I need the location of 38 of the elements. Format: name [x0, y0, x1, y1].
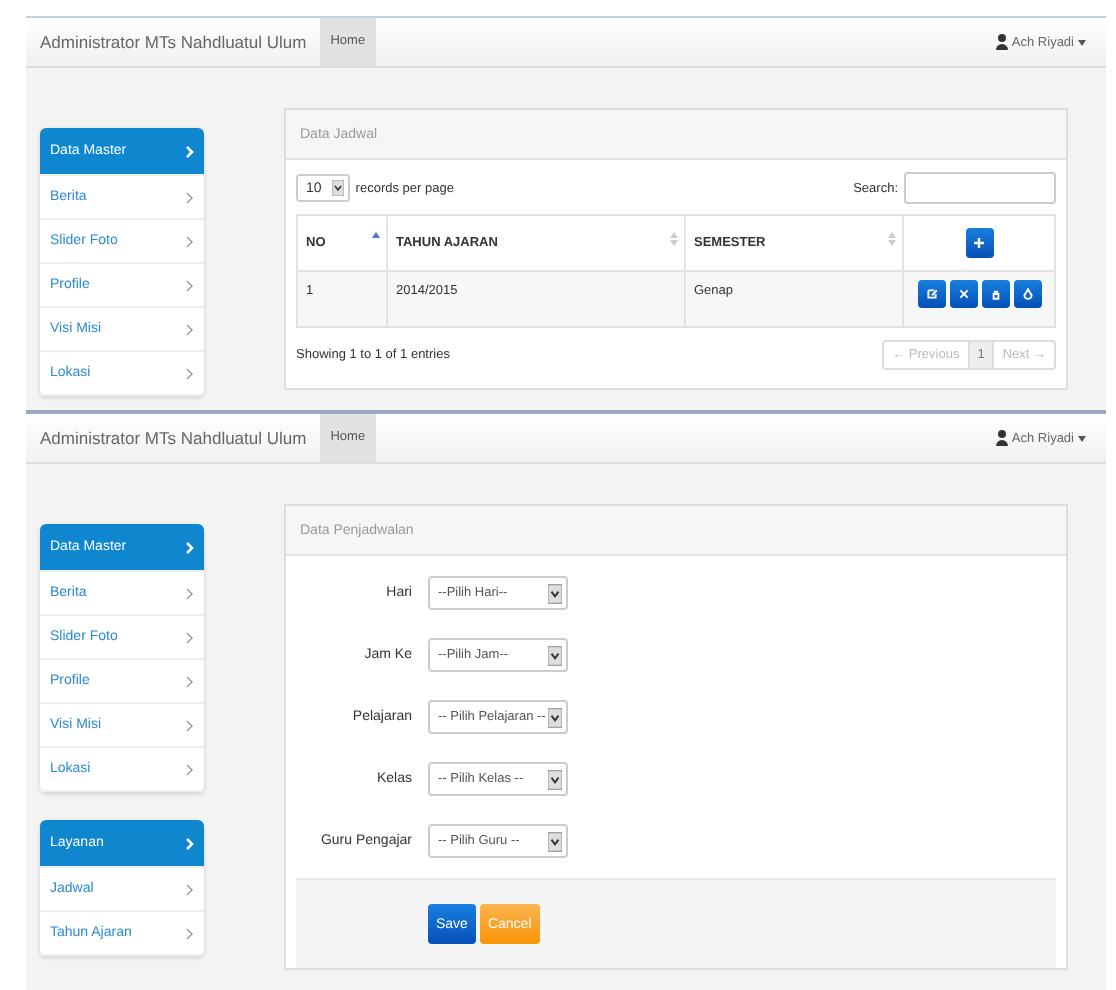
delete-button[interactable]	[949, 280, 977, 308]
dropdown-arrow-icon	[548, 645, 562, 665]
chevron-icon	[186, 763, 194, 775]
drop-icon	[1021, 288, 1033, 300]
chevron-icon	[186, 719, 194, 731]
brand-title[interactable]: Administrator MTs Nahdluatul Ulum	[40, 428, 307, 448]
dropdown-arrow-icon	[331, 180, 344, 196]
close-icon	[957, 288, 969, 300]
brand-title[interactable]: Administrator MTs Nahdluatul Ulum	[40, 32, 307, 52]
drop-button[interactable]	[1013, 280, 1041, 308]
lock-icon	[989, 288, 1001, 300]
chevron-icon	[186, 191, 194, 203]
dropdown-arrow-icon	[548, 583, 562, 603]
chevron-icon	[186, 587, 194, 599]
chevron-icon	[186, 541, 194, 553]
chevron-icon	[186, 631, 194, 643]
plus-icon	[974, 238, 984, 248]
user-icon	[995, 34, 1008, 50]
chevron-icon	[186, 145, 194, 157]
chevron-icon	[186, 883, 194, 895]
dropdown-arrow-icon	[548, 831, 562, 851]
edit-button[interactable]	[917, 280, 945, 308]
dropdown-arrow-icon	[548, 707, 562, 727]
dropdown-arrow-icon	[548, 769, 562, 789]
chevron-icon	[186, 927, 194, 939]
chevron-icon	[186, 323, 194, 335]
lock-button[interactable]	[981, 280, 1009, 308]
chevron-icon	[186, 279, 194, 291]
search-field[interactable]	[904, 172, 1056, 204]
edit-icon	[925, 288, 937, 300]
chevron-icon	[186, 235, 194, 247]
chevron-icon	[186, 675, 194, 687]
add-button[interactable]	[965, 228, 993, 258]
user-icon	[995, 430, 1008, 446]
chevron-icon	[186, 837, 194, 849]
chevron-icon	[186, 367, 194, 379]
caret-icon	[1078, 39, 1086, 45]
caret-icon	[1078, 435, 1086, 441]
